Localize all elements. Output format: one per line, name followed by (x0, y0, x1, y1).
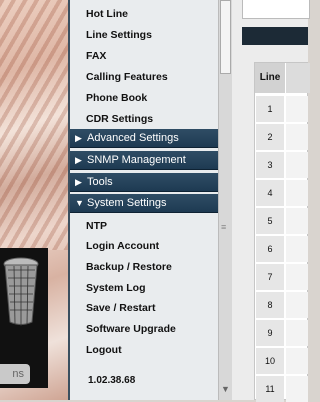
content-top-panel (242, 0, 310, 19)
table-row: 5 (256, 208, 284, 234)
table-row: 10 (256, 348, 284, 374)
table-cell (286, 208, 308, 234)
table-cell (286, 152, 308, 178)
table-row: 2 (256, 124, 284, 150)
table-cell (286, 96, 308, 122)
sidebar-item-line-settings[interactable]: Line Settings (86, 29, 152, 41)
line-table: Line 1 2 3 4 5 6 7 8 9 10 11 (254, 62, 310, 402)
section-label: SNMP Management (87, 154, 186, 166)
sidebar-item-login-account[interactable]: Login Account (86, 240, 159, 252)
table-cell (286, 180, 308, 206)
scroll-thumb[interactable] (220, 0, 231, 74)
content-header-bar (242, 27, 308, 45)
table-cell (286, 236, 308, 262)
scroll-grip-icon: ≡ (221, 222, 227, 232)
table-row: 7 (256, 264, 284, 290)
sidebar-item-software-upgrade[interactable]: Software Upgrade (86, 323, 176, 335)
table-cell (286, 376, 308, 402)
collapse-arrow-icon: ▼ (75, 198, 84, 208)
table-header-line: Line (255, 63, 285, 93)
sidebar-item-system-log[interactable]: System Log (86, 282, 146, 294)
section-snmp-management[interactable]: ▶ SNMP Management (70, 151, 218, 170)
table-row: 9 (256, 320, 284, 346)
table-cell (286, 264, 308, 290)
table-cell (286, 348, 308, 374)
section-system-settings[interactable]: ▼ System Settings (70, 194, 218, 213)
sidebar-item-fax[interactable]: FAX (86, 50, 106, 62)
recycle-bin-icon[interactable] (2, 256, 40, 328)
taskbar-button[interactable]: ns (0, 364, 30, 384)
section-label: System Settings (87, 197, 167, 209)
scroll-down-arrow-icon[interactable]: ▼ (221, 384, 230, 394)
table-row: 8 (256, 292, 284, 318)
table-row: 11 (256, 376, 284, 402)
sidebar-item-save-restart[interactable]: Save / Restart (86, 302, 155, 314)
table-header-cell (286, 63, 310, 93)
expand-arrow-icon: ▶ (75, 133, 82, 143)
wallpaper-art (0, 0, 69, 250)
table-row: 6 (256, 236, 284, 262)
expand-arrow-icon: ▶ (75, 177, 82, 187)
section-label: Tools (87, 176, 113, 188)
sidebar-item-ntp[interactable]: NTP (86, 220, 107, 232)
sidebar-item-phone-book[interactable]: Phone Book (86, 92, 147, 104)
sidebar-item-logout[interactable]: Logout (86, 344, 122, 356)
table-cell (286, 124, 308, 150)
table-cell (286, 292, 308, 318)
sidebar-item-calling-features[interactable]: Calling Features (86, 71, 168, 83)
table-row: 4 (256, 180, 284, 206)
section-advanced-settings[interactable]: ▶ Advanced Settings (70, 129, 218, 148)
sidebar-item-cdr-settings[interactable]: CDR Settings (86, 113, 153, 125)
table-row: 1 (256, 96, 284, 122)
main-content: Line 1 2 3 4 5 6 7 8 9 10 11 (232, 0, 310, 402)
sidebar-item-backup-restore[interactable]: Backup / Restore (86, 261, 172, 273)
section-label: Advanced Settings (87, 132, 179, 144)
table-cell (286, 320, 308, 346)
section-tools[interactable]: ▶ Tools (70, 173, 218, 192)
expand-arrow-icon: ▶ (75, 155, 82, 165)
table-row: 3 (256, 152, 284, 178)
sidebar-scrollbar[interactable]: ≡ ▼ (218, 0, 233, 400)
firmware-version: 1.02.38.68 (88, 375, 136, 386)
sidebar-menu: Hot Line Line Settings FAX Calling Featu… (68, 0, 220, 400)
sidebar-item-hot-line[interactable]: Hot Line (86, 8, 128, 20)
